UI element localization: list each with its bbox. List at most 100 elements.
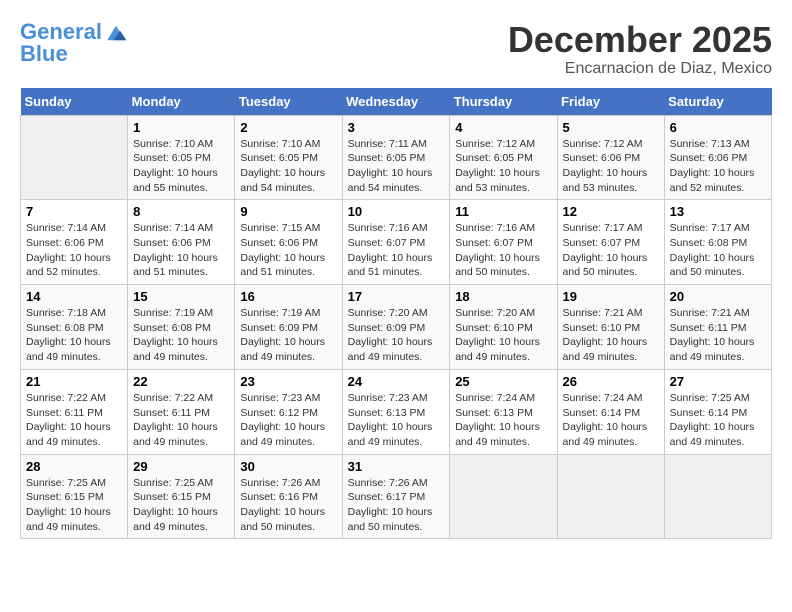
location-subtitle: Encarnacion de Diaz, Mexico [508,60,772,78]
weekday-header-wednesday: Wednesday [342,88,450,116]
weekday-header-saturday: Saturday [664,88,771,116]
day-cell: 25 Sunrise: 7:24 AM Sunset: 6:13 PM Dayli… [450,369,557,454]
day-number: 4 [455,120,551,135]
day-info: Sunrise: 7:14 AM Sunset: 6:06 PM Dayligh… [133,221,229,280]
day-info: Sunrise: 7:11 AM Sunset: 6:05 PM Dayligh… [348,137,445,196]
day-info: Sunrise: 7:18 AM Sunset: 6:08 PM Dayligh… [26,306,122,365]
title-block: December 2025 Encarnacion de Diaz, Mexic… [508,20,772,78]
day-info: Sunrise: 7:19 AM Sunset: 6:09 PM Dayligh… [240,306,336,365]
day-number: 5 [563,120,659,135]
day-number: 10 [348,204,445,219]
day-info: Sunrise: 7:10 AM Sunset: 6:05 PM Dayligh… [240,137,336,196]
logo: General Blue [20,20,128,67]
day-number: 24 [348,374,445,389]
day-cell: 30 Sunrise: 7:26 AM Sunset: 6:16 PM Dayli… [235,454,342,539]
day-info: Sunrise: 7:26 AM Sunset: 6:16 PM Dayligh… [240,476,336,535]
day-number: 29 [133,459,229,474]
day-cell: 8 Sunrise: 7:14 AM Sunset: 6:06 PM Daylig… [128,200,235,285]
weekday-header-thursday: Thursday [450,88,557,116]
day-number: 25 [455,374,551,389]
week-row-4: 21 Sunrise: 7:22 AM Sunset: 6:11 PM Dayli… [21,369,772,454]
day-cell: 27 Sunrise: 7:25 AM Sunset: 6:14 PM Dayli… [664,369,771,454]
day-number: 27 [670,374,766,389]
weekday-header-tuesday: Tuesday [235,88,342,116]
day-number: 15 [133,289,229,304]
day-info: Sunrise: 7:21 AM Sunset: 6:11 PM Dayligh… [670,306,766,365]
day-number: 23 [240,374,336,389]
day-cell: 11 Sunrise: 7:16 AM Sunset: 6:07 PM Dayli… [450,200,557,285]
day-number: 21 [26,374,122,389]
day-info: Sunrise: 7:10 AM Sunset: 6:05 PM Dayligh… [133,137,229,196]
page-header: General Blue December 2025 Encarnacion d… [20,20,772,78]
day-cell: 23Sunrise: 7:23 AM Sunset: 6:12 PM Dayli… [235,369,342,454]
day-number: 20 [670,289,766,304]
day-number: 9 [240,204,336,219]
day-info: Sunrise: 7:16 AM Sunset: 6:07 PM Dayligh… [348,221,445,280]
day-number: 6 [670,120,766,135]
day-cell: 4 Sunrise: 7:12 AM Sunset: 6:05 PM Daylig… [450,115,557,200]
day-cell: 6 Sunrise: 7:13 AM Sunset: 6:06 PM Daylig… [664,115,771,200]
day-cell: 1 Sunrise: 7:10 AM Sunset: 6:05 PM Daylig… [128,115,235,200]
day-number: 8 [133,204,229,219]
day-info: Sunrise: 7:17 AM Sunset: 6:08 PM Dayligh… [670,221,766,280]
weekday-header-sunday: Sunday [21,88,128,116]
day-number: 30 [240,459,336,474]
day-cell: 3 Sunrise: 7:11 AM Sunset: 6:05 PM Daylig… [342,115,450,200]
day-cell: 15Sunrise: 7:19 AM Sunset: 6:08 PM Dayli… [128,285,235,370]
week-row-1: 1 Sunrise: 7:10 AM Sunset: 6:05 PM Daylig… [21,115,772,200]
day-cell: 7 Sunrise: 7:14 AM Sunset: 6:06 PM Daylig… [21,200,128,285]
day-cell: 22Sunrise: 7:22 AM Sunset: 6:11 PM Dayli… [128,369,235,454]
day-cell: 14 Sunrise: 7:18 AM Sunset: 6:08 PM Dayli… [21,285,128,370]
day-info: Sunrise: 7:24 AM Sunset: 6:14 PM Dayligh… [563,391,659,450]
day-info: Sunrise: 7:16 AM Sunset: 6:07 PM Dayligh… [455,221,551,280]
day-info: Sunrise: 7:20 AM Sunset: 6:09 PM Dayligh… [348,306,445,365]
weekday-header-row: SundayMondayTuesdayWednesdayThursdayFrid… [21,88,772,116]
day-number: 3 [348,120,445,135]
day-number: 16 [240,289,336,304]
day-info: Sunrise: 7:25 AM Sunset: 6:14 PM Dayligh… [670,391,766,450]
day-cell: 31 Sunrise: 7:26 AM Sunset: 6:17 PM Dayli… [342,454,450,539]
week-row-5: 28Sunrise: 7:25 AM Sunset: 6:15 PM Dayli… [21,454,772,539]
day-cell: 28Sunrise: 7:25 AM Sunset: 6:15 PM Dayli… [21,454,128,539]
day-info: Sunrise: 7:12 AM Sunset: 6:06 PM Dayligh… [563,137,659,196]
day-cell: 5 Sunrise: 7:12 AM Sunset: 6:06 PM Daylig… [557,115,664,200]
day-cell: 9 Sunrise: 7:15 AM Sunset: 6:06 PM Daylig… [235,200,342,285]
day-cell: 16 Sunrise: 7:19 AM Sunset: 6:09 PM Dayli… [235,285,342,370]
day-info: Sunrise: 7:15 AM Sunset: 6:06 PM Dayligh… [240,221,336,280]
day-number: 31 [348,459,445,474]
day-cell: 21 Sunrise: 7:22 AM Sunset: 6:11 PM Dayli… [21,369,128,454]
day-info: Sunrise: 7:26 AM Sunset: 6:17 PM Dayligh… [348,476,445,535]
day-info: Sunrise: 7:22 AM Sunset: 6:11 PM Dayligh… [26,391,122,450]
day-number: 14 [26,289,122,304]
day-number: 11 [455,204,551,219]
day-number: 13 [670,204,766,219]
day-info: Sunrise: 7:12 AM Sunset: 6:05 PM Dayligh… [455,137,551,196]
day-cell [557,454,664,539]
day-number: 19 [563,289,659,304]
day-cell: 19Sunrise: 7:21 AM Sunset: 6:10 PM Dayli… [557,285,664,370]
day-cell: 17 Sunrise: 7:20 AM Sunset: 6:09 PM Dayli… [342,285,450,370]
day-number: 26 [563,374,659,389]
day-info: Sunrise: 7:23 AM Sunset: 6:13 PM Dayligh… [348,391,445,450]
day-number: 12 [563,204,659,219]
weekday-header-monday: Monday [128,88,235,116]
day-cell [664,454,771,539]
day-cell: 10 Sunrise: 7:16 AM Sunset: 6:07 PM Dayli… [342,200,450,285]
day-number: 7 [26,204,122,219]
day-cell: 12 Sunrise: 7:17 AM Sunset: 6:07 PM Dayli… [557,200,664,285]
day-number: 1 [133,120,229,135]
day-info: Sunrise: 7:20 AM Sunset: 6:10 PM Dayligh… [455,306,551,365]
day-cell: 20 Sunrise: 7:21 AM Sunset: 6:11 PM Dayli… [664,285,771,370]
day-cell: 18 Sunrise: 7:20 AM Sunset: 6:10 PM Dayli… [450,285,557,370]
day-number: 17 [348,289,445,304]
day-info: Sunrise: 7:24 AM Sunset: 6:13 PM Dayligh… [455,391,551,450]
day-cell: 2Sunrise: 7:10 AM Sunset: 6:05 PM Daylig… [235,115,342,200]
day-cell: 26 Sunrise: 7:24 AM Sunset: 6:14 PM Dayli… [557,369,664,454]
day-info: Sunrise: 7:17 AM Sunset: 6:07 PM Dayligh… [563,221,659,280]
day-info: Sunrise: 7:13 AM Sunset: 6:06 PM Dayligh… [670,137,766,196]
week-row-2: 7 Sunrise: 7:14 AM Sunset: 6:06 PM Daylig… [21,200,772,285]
day-number: 18 [455,289,551,304]
week-row-3: 14 Sunrise: 7:18 AM Sunset: 6:08 PM Dayli… [21,285,772,370]
calendar-table: SundayMondayTuesdayWednesdayThursdayFrid… [20,88,772,540]
day-info: Sunrise: 7:14 AM Sunset: 6:06 PM Dayligh… [26,221,122,280]
